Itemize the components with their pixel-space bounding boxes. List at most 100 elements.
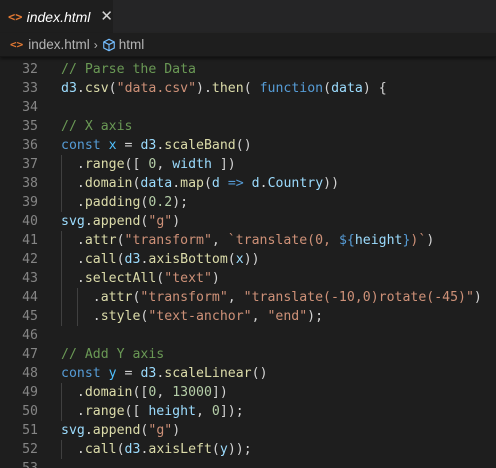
code-line[interactable]: 51 svg.append("g") bbox=[0, 421, 496, 440]
code-token: Country bbox=[267, 176, 324, 191]
code-line[interactable]: 40 svg.append("g") bbox=[0, 212, 496, 231]
line-number: 47 bbox=[22, 347, 38, 362]
code-token: = bbox=[116, 366, 141, 381]
code-line[interactable]: 52 .call(d3.axisLeft(y)); bbox=[0, 440, 496, 459]
code-token: axisLeft bbox=[148, 442, 212, 457]
code-line[interactable]: 46 bbox=[0, 326, 496, 345]
code-text: .domain([0, 13000]) bbox=[61, 383, 228, 402]
code-token: range bbox=[84, 157, 125, 172]
code-line[interactable]: 41 .attr("transform", `translate(0, ${he… bbox=[0, 231, 496, 250]
code-token: d bbox=[251, 176, 260, 191]
code-token: svg bbox=[61, 423, 85, 438]
line-number: 51 bbox=[22, 423, 38, 438]
code-text: d3.csv("data.csv").then( function(data) … bbox=[61, 79, 387, 98]
code-token: ([ bbox=[124, 404, 149, 419]
code-token: d3 bbox=[140, 366, 157, 381]
code-editor[interactable]: 32// Parse the Data 33 d3.csv("data.csv").… bbox=[0, 57, 496, 468]
code-token: d3 bbox=[124, 252, 141, 267]
code-token: ([ bbox=[132, 385, 149, 400]
code-text: .range([ height, 0]); bbox=[61, 402, 244, 421]
code-line[interactable]: 43 .selectAll("text") bbox=[0, 269, 496, 288]
code-token: const bbox=[61, 366, 101, 381]
code-token: ) bbox=[426, 233, 435, 248]
code-token: ) bbox=[473, 290, 482, 305]
code-text: const x = d3.scaleBand() bbox=[61, 136, 252, 155]
code-token: ( bbox=[211, 442, 220, 457]
tab-bar: <> index.html ✕ bbox=[0, 0, 496, 33]
code-line[interactable]: 42 .call(d3.axisBottom(x)) bbox=[0, 250, 496, 269]
code-token: . bbox=[61, 385, 85, 400]
code-line[interactable]: 35 // X axis bbox=[0, 117, 496, 136]
code-token: )); bbox=[227, 442, 252, 457]
code-token: attr bbox=[84, 233, 117, 248]
code-token: . bbox=[61, 252, 85, 267]
code-line[interactable]: 49 .domain([0, 13000]) bbox=[0, 383, 496, 402]
line-number: 49 bbox=[22, 385, 38, 400]
code-token: , bbox=[156, 385, 173, 400]
code-token: domain bbox=[84, 176, 133, 191]
code-text: .call(d3.axisBottom(x)) bbox=[61, 250, 260, 269]
code-line[interactable]: 48 const y = d3.scaleLinear() bbox=[0, 364, 496, 383]
code-token: 13000 bbox=[172, 385, 212, 400]
breadcrumb-file[interactable]: index.html bbox=[28, 37, 90, 52]
code-line[interactable]: 34 bbox=[0, 98, 496, 117]
code-line[interactable]: 37 .range([ 0, width ]) bbox=[0, 155, 496, 174]
code-line[interactable]: 44 .attr("transform", "translate(-10,0)r… bbox=[0, 288, 496, 307]
code-text: .domain(data.map(d => d.Country)) bbox=[61, 174, 339, 193]
line-number: 42 bbox=[22, 252, 38, 267]
tab-index-html[interactable]: <> index.html ✕ bbox=[0, 0, 113, 33]
code-line[interactable]: 50 .range([ height, 0]); bbox=[0, 402, 496, 421]
code-token: height bbox=[354, 233, 403, 248]
code-token: // Parse the Data bbox=[61, 62, 196, 77]
code-line[interactable]: 47 // Add Y axis bbox=[0, 345, 496, 364]
code-line[interactable]: 53 bbox=[0, 459, 496, 468]
code-token: "end" bbox=[267, 309, 308, 324]
html-file-icon: <> bbox=[10, 38, 24, 51]
line-number: 41 bbox=[22, 233, 38, 248]
code-token: axisBottom bbox=[148, 252, 228, 267]
code-token: ). bbox=[196, 81, 212, 96]
code-token: style bbox=[100, 309, 141, 324]
code-token: "translate(-10,0)rotate(-45)" bbox=[243, 290, 474, 305]
code-token: . bbox=[172, 176, 181, 191]
code-token: ( bbox=[227, 252, 236, 267]
code-token: , bbox=[211, 233, 228, 248]
code-line[interactable]: 39 .padding(0.2); bbox=[0, 193, 496, 212]
breadcrumb: <> index.html › html bbox=[0, 33, 496, 57]
code-token: domain bbox=[84, 385, 133, 400]
code-token: () bbox=[251, 366, 268, 381]
code-text: .selectAll("text") bbox=[61, 269, 220, 288]
code-token: "transform" bbox=[140, 290, 228, 305]
code-line[interactable]: 33 d3.csv("data.csv").then( function(data… bbox=[0, 79, 496, 98]
chevron-right-icon: › bbox=[93, 37, 98, 52]
code-token: ( bbox=[243, 81, 260, 96]
line-number: 53 bbox=[0, 461, 38, 468]
code-line[interactable]: 32 // Parse the Data bbox=[0, 60, 496, 79]
code-token: , bbox=[251, 309, 268, 324]
code-line[interactable]: 36 const x = d3.scaleBand() bbox=[0, 136, 496, 155]
code-token: "g" bbox=[148, 214, 173, 229]
code-line[interactable]: 38 .domain(data.map(d => d.Country)) bbox=[0, 174, 496, 193]
code-token: range bbox=[84, 404, 125, 419]
line-number: 43 bbox=[22, 271, 38, 286]
code-token: , bbox=[156, 157, 173, 172]
line-number: 34 bbox=[22, 100, 38, 115]
code-line[interactable]: 45 .style("text-anchor", "end"); bbox=[0, 307, 496, 326]
code-token: attr bbox=[100, 290, 133, 305]
code-token: . bbox=[61, 195, 85, 210]
code-token: append bbox=[92, 423, 141, 438]
code-token: const bbox=[61, 138, 101, 153]
code-token: selectAll bbox=[84, 271, 157, 286]
code-token: ) { bbox=[362, 81, 387, 96]
code-token: then bbox=[211, 81, 244, 96]
code-token: data bbox=[140, 176, 173, 191]
html-file-icon: <> bbox=[8, 9, 23, 24]
code-token: // X axis bbox=[61, 119, 133, 134]
close-icon[interactable]: ✕ bbox=[100, 9, 113, 24]
code-text: // Add Y axis bbox=[61, 345, 164, 364]
code-token: 0.2 bbox=[148, 195, 173, 210]
breadcrumb-symbol[interactable]: html bbox=[119, 37, 145, 52]
code-text: svg.append("g") bbox=[61, 212, 180, 231]
